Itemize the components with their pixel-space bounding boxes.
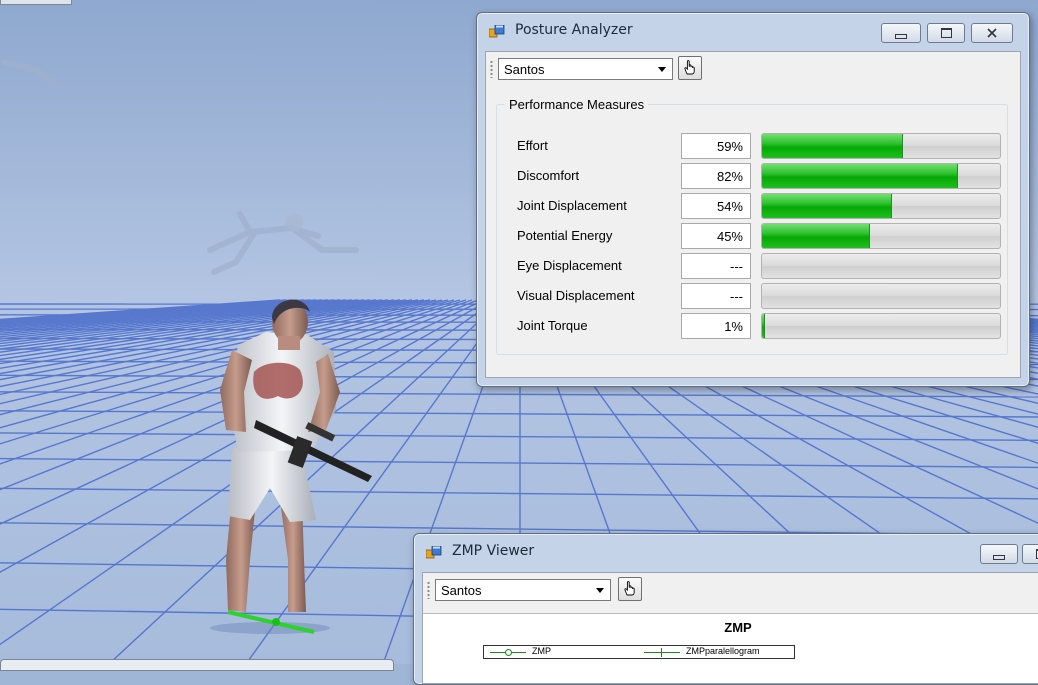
- measure-label: Effort: [517, 138, 548, 153]
- measure-label: Joint Torque: [517, 318, 588, 333]
- dropdown-arrow-icon: [658, 67, 666, 72]
- zmp-plot[interactable]: ZMP ZMP ZMPparalellogram: [423, 613, 1038, 683]
- measure-row: Potential Energy 45%: [497, 222, 1007, 252]
- measure-progress-fill: [762, 134, 903, 158]
- dropdown-arrow-icon: [596, 588, 604, 593]
- legend-label: ZMP: [532, 646, 551, 656]
- measure-label: Joint Displacement: [517, 198, 627, 213]
- minimize-icon: [993, 555, 1005, 560]
- minimize-button[interactable]: [980, 544, 1018, 564]
- group-title: Performance Measures: [505, 97, 648, 112]
- legend-marker: [505, 649, 512, 656]
- avatar-select[interactable]: Santos: [498, 58, 673, 80]
- measure-row: Discomfort 82%: [497, 162, 1007, 192]
- zmp-viewer-titlebar[interactable]: ZMP Viewer: [414, 534, 1038, 568]
- posture-analyzer-titlebar[interactable]: Posture Analyzer: [477, 13, 1029, 47]
- measure-value: 82%: [681, 163, 751, 189]
- measure-progress-fill: [762, 314, 765, 338]
- hand-pointer-icon: [619, 578, 641, 600]
- measure-progress-fill: [762, 194, 892, 218]
- measure-progress-fill: [762, 224, 870, 248]
- legend-line: [644, 652, 680, 653]
- measure-progress-fill: [762, 164, 958, 188]
- measure-progress-bar: [761, 163, 1001, 189]
- avatar-select-value: Santos: [441, 583, 481, 598]
- measure-progress-bar: [761, 223, 1001, 249]
- measure-value: ---: [681, 253, 751, 279]
- app-window-icon: [426, 546, 442, 560]
- measure-row: Visual Displacement ---: [497, 282, 1007, 312]
- measure-value: 45%: [681, 223, 751, 249]
- viewport-corner-button[interactable]: [0, 0, 72, 5]
- measure-label: Potential Energy: [517, 228, 612, 243]
- posture-analyzer-window: Posture Analyzer Santos P: [476, 12, 1030, 387]
- app-window-icon: [489, 25, 505, 39]
- plot-title: ZMP: [423, 620, 1038, 635]
- zmp-viewer-client: Santos ZMP ZMP ZMPparalello: [422, 572, 1038, 684]
- posture-analyzer-client: Santos Performance Measures Effort 59% Dis…: [485, 51, 1021, 378]
- measure-progress-bar: [761, 313, 1001, 339]
- toolbar-grip[interactable]: [490, 60, 493, 78]
- legend-label: ZMPparalellogram: [686, 646, 760, 656]
- minimize-button[interactable]: [881, 23, 921, 43]
- measure-row: Joint Torque 1%: [497, 312, 1007, 342]
- minimize-icon: [895, 34, 907, 39]
- bottom-panel-edge: [0, 659, 394, 671]
- posture-toolbar: Santos: [486, 52, 1020, 84]
- maximize-icon: [941, 28, 952, 38]
- performance-measures-group: Performance Measures Effort59%Discomfort…: [496, 104, 1008, 355]
- measure-progress-bar: [761, 253, 1001, 279]
- measure-value: 54%: [681, 193, 751, 219]
- pick-avatar-button[interactable]: [678, 56, 702, 80]
- window-title: ZMP Viewer: [452, 543, 534, 559]
- zmp-toolbar: Santos: [423, 573, 1038, 605]
- measure-progress-bar: [761, 283, 1001, 309]
- hand-pointer-icon: [679, 57, 701, 79]
- zmp-viewer-window: ZMP Viewer Santos ZMP: [413, 533, 1038, 685]
- maximize-button[interactable]: [927, 23, 965, 43]
- measure-row: Eye Displacement ---: [497, 252, 1007, 282]
- measure-value: 59%: [681, 133, 751, 159]
- close-icon: [986, 28, 998, 38]
- plot-legend: ZMP ZMPparalellogram: [483, 645, 795, 659]
- measure-value: ---: [681, 283, 751, 309]
- legend-marker: [661, 648, 662, 657]
- pick-avatar-button[interactable]: [618, 577, 642, 601]
- measure-progress-bar: [761, 133, 1001, 159]
- window-title: Posture Analyzer: [515, 22, 633, 38]
- measure-label: Eye Displacement: [517, 258, 622, 273]
- measure-row: Joint Displacement 54%: [497, 192, 1007, 222]
- measure-row: Effort 59%: [497, 132, 1007, 162]
- measure-label: Discomfort: [517, 168, 579, 183]
- maximize-button[interactable]: [1022, 544, 1038, 564]
- close-button[interactable]: [971, 23, 1013, 43]
- measure-progress-bar: [761, 193, 1001, 219]
- toolbar-grip[interactable]: [427, 581, 430, 599]
- avatar-select-value: Santos: [504, 62, 544, 77]
- measure-value: 1%: [681, 313, 751, 339]
- avatar-select[interactable]: Santos: [435, 579, 611, 601]
- measure-label: Visual Displacement: [517, 288, 635, 303]
